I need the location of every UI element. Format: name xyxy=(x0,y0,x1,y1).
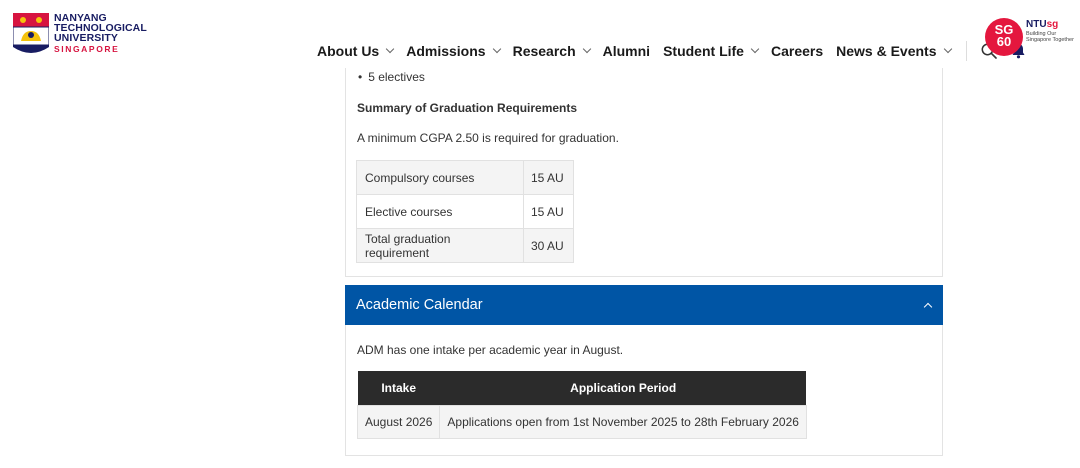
nav-alumni[interactable]: Alumni xyxy=(603,43,650,59)
summary-title: Summary of Graduation Requirements xyxy=(357,101,578,115)
chevron-down-icon xyxy=(385,44,395,54)
sg60-line-2: 60 xyxy=(996,34,1012,49)
nav-student-life[interactable]: Student Life xyxy=(663,43,760,59)
nav-label: Research xyxy=(512,43,576,59)
ntusg-title-suffix: sg xyxy=(1046,19,1059,30)
column-header-intake: Intake xyxy=(357,371,440,405)
table-cell: Compulsory courses xyxy=(356,160,524,195)
table-row: August 2026 Applications open from 1st N… xyxy=(356,404,807,439)
list-item: 5 electives xyxy=(358,70,425,84)
column-header-period: Application Period xyxy=(439,371,807,405)
intake-note: ADM has one intake per academic year in … xyxy=(357,343,624,357)
chevron-down-icon xyxy=(943,44,952,54)
nav-research[interactable]: Research xyxy=(512,43,591,59)
table-row: Compulsory courses 15 AU xyxy=(356,160,574,195)
nav-news-events[interactable]: News & Events xyxy=(836,43,952,59)
table-cell: 15 AU xyxy=(523,194,574,229)
main-nav: About Us Admissions Research Alumni Stud… xyxy=(317,41,1039,61)
table-cell: Elective courses xyxy=(356,194,524,229)
nav-label: About Us xyxy=(317,43,380,59)
table-cell: Applications open from 1st November 2025… xyxy=(439,404,807,439)
requirements-table: Compulsory courses 15 AU Elective course… xyxy=(356,160,574,263)
academic-calendar-accordion[interactable]: Academic Calendar xyxy=(345,285,943,325)
table-row: Total graduation requirement 30 AU xyxy=(356,228,574,263)
accordion-title: Academic Calendar xyxy=(356,297,483,313)
ntu-crest-icon xyxy=(13,13,49,57)
ntusg-title: NTUsg xyxy=(1026,19,1078,30)
site-header: NANYANG TECHNOLOGICAL UNIVERSITY SINGAPO… xyxy=(0,0,1080,68)
table-cell: 30 AU xyxy=(523,228,574,263)
nav-label: News & Events xyxy=(836,43,937,59)
nav-about-us[interactable]: About Us xyxy=(317,43,395,59)
ntusg-title-prefix: NTU xyxy=(1026,19,1047,30)
ntu-logo[interactable]: NANYANG TECHNOLOGICAL UNIVERSITY SINGAPO… xyxy=(13,13,147,57)
nav-divider xyxy=(965,41,967,61)
nav-label: Student Life xyxy=(663,43,744,59)
nav-label: Alumni xyxy=(602,43,651,59)
chevron-down-icon xyxy=(492,44,501,54)
sg60-badge[interactable]: SG 60 xyxy=(985,18,1023,56)
cgpa-note: A minimum CGPA 2.50 is required for grad… xyxy=(357,131,619,145)
chevron-up-icon xyxy=(923,302,933,311)
chevron-down-icon xyxy=(582,44,591,54)
table-row: Elective courses 15 AU xyxy=(356,194,574,229)
logo-wordmark: NANYANG TECHNOLOGICAL UNIVERSITY SINGAPO… xyxy=(54,13,147,54)
calendar-table: Intake Application Period August 2026 Ap… xyxy=(356,371,807,439)
table-header-row: Intake Application Period xyxy=(357,371,807,405)
table-cell: 15 AU xyxy=(523,160,574,195)
table-cell: August 2026 xyxy=(356,404,441,439)
logo-line-4: SINGAPORE xyxy=(54,44,120,54)
nav-careers[interactable]: Careers xyxy=(771,43,823,59)
ntusg-campaign[interactable]: NTUsg Building Our Singapore Together xyxy=(1026,19,1078,43)
nav-label: Careers xyxy=(770,43,824,59)
nav-label: Admissions xyxy=(406,43,486,59)
nav-admissions[interactable]: Admissions xyxy=(406,43,501,59)
ntusg-tagline: Building Our Singapore Together xyxy=(1026,31,1074,43)
table-cell: Total graduation requirement xyxy=(356,228,524,263)
logo-line-3: UNIVERSITY xyxy=(54,32,119,44)
chevron-down-icon xyxy=(750,44,760,54)
